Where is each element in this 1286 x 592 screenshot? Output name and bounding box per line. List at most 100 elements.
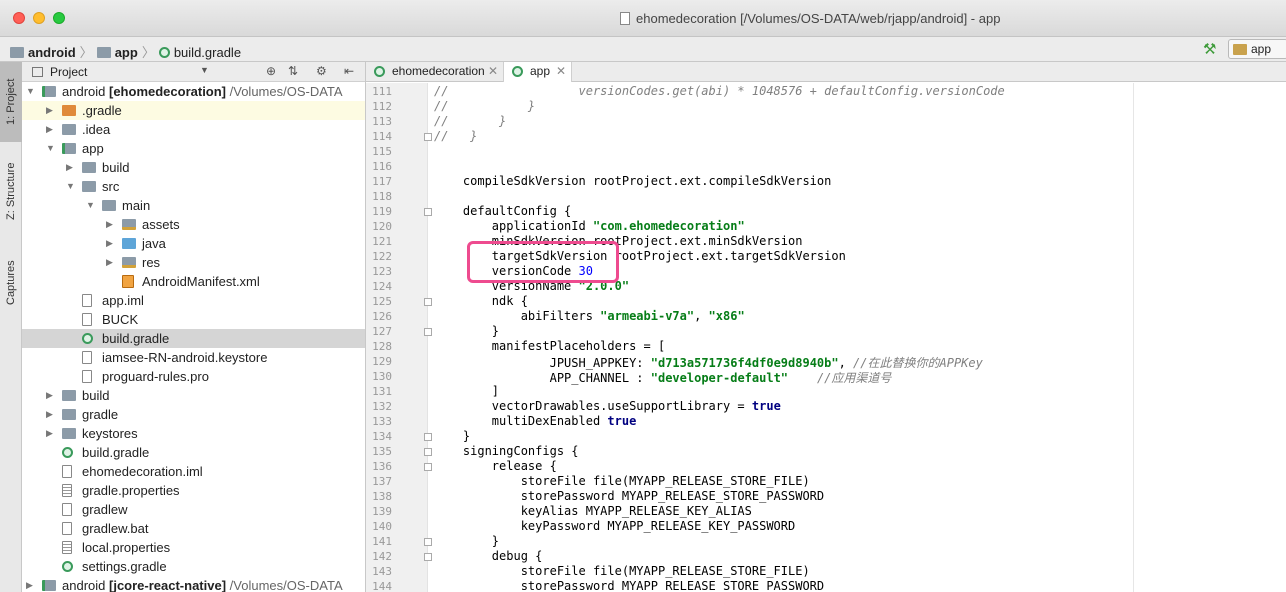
tree-item[interactable]: gradlew xyxy=(22,500,365,519)
collapse-arrow-icon[interactable]: ▶ xyxy=(46,120,56,139)
breadcrumb-build-gradle[interactable]: build.gradle xyxy=(174,45,241,60)
tree-item-label: build.gradle xyxy=(102,329,169,348)
tree-item[interactable]: ▶ .idea xyxy=(22,120,365,139)
line-number: 117 xyxy=(372,175,392,188)
tree-item[interactable]: settings.gradle xyxy=(22,557,365,576)
fold-marker-icon[interactable] xyxy=(424,538,432,546)
fold-marker-icon[interactable] xyxy=(424,328,432,336)
code-token: release { xyxy=(434,459,557,473)
close-window-button[interactable] xyxy=(13,12,25,24)
tree-item[interactable]: ▼ app xyxy=(22,139,365,158)
tree-item[interactable]: iamsee-RN-android.keystore xyxy=(22,348,365,367)
hide-panel-icon[interactable]: ⇤ xyxy=(344,64,354,78)
chevron-down-icon[interactable]: ▼ xyxy=(200,65,209,75)
gear-icon[interactable]: ⚙ xyxy=(316,64,327,78)
tree-item[interactable]: ▶ gradle xyxy=(22,405,365,424)
close-icon[interactable]: ✕ xyxy=(556,62,566,81)
tree-item[interactable]: ▶ java xyxy=(22,234,365,253)
collapse-arrow-icon[interactable]: ▶ xyxy=(46,101,56,120)
window-title-wrap: ehomedecoration [/Volumes/OS-DATA/web/rj… xyxy=(620,11,1000,26)
code-token: debug { xyxy=(434,549,543,563)
tree-item-name: gradlew xyxy=(82,502,128,517)
tree-item[interactable]: ▶ keystores xyxy=(22,424,365,443)
code-line: release { xyxy=(434,459,557,473)
tree-item[interactable]: ▶ res xyxy=(22,253,365,272)
tree-item[interactable]: app.iml xyxy=(22,291,365,310)
code-token: storePassword MYAPP_RELEASE_STORE_PASSWO… xyxy=(434,579,825,592)
tree-item[interactable]: proguard-rules.pro xyxy=(22,367,365,386)
close-icon[interactable]: ✕ xyxy=(488,62,498,81)
code-token: } xyxy=(434,429,471,443)
expand-arrow-icon[interactable]: ▼ xyxy=(66,177,76,196)
line-number: 136 xyxy=(372,460,392,473)
collapse-arrow-icon[interactable]: ▶ xyxy=(26,576,36,592)
fold-marker-icon[interactable] xyxy=(424,133,432,141)
tree-item[interactable]: ▶ .gradle xyxy=(22,101,365,120)
tab-ehomedecoration[interactable]: ehomedecoration ✕ xyxy=(366,62,504,82)
code-line: // } xyxy=(434,129,477,143)
code-line: keyAlias MYAPP_RELEASE_KEY_ALIAS xyxy=(434,504,752,518)
folder-icon xyxy=(82,162,96,173)
locate-target-icon[interactable]: ⊕ xyxy=(266,64,276,78)
code-token: // versionCodes.get(abi) * 1048576 + def… xyxy=(434,84,1005,98)
collapse-all-icon[interactable]: ⇅ xyxy=(288,64,298,78)
collapse-arrow-icon[interactable]: ▶ xyxy=(106,253,116,272)
collapse-arrow-icon[interactable]: ▶ xyxy=(106,234,116,253)
code-line: applicationId "com.ehomedecoration" xyxy=(434,219,745,233)
tree-item[interactable]: ▶ android [jcore-react-native] /Volumes/O… xyxy=(22,576,365,592)
tool-tab-structure[interactable]: Z: Structure xyxy=(0,150,22,232)
build-hammer-icon[interactable]: ⚒ xyxy=(1203,40,1216,58)
run-config-dropdown[interactable]: app xyxy=(1228,39,1286,59)
fold-marker-icon[interactable] xyxy=(424,553,432,561)
collapse-arrow-icon[interactable]: ▶ xyxy=(46,424,56,443)
tool-tab-captures[interactable]: Captures xyxy=(0,246,22,320)
code-line: // } xyxy=(434,114,506,128)
collapse-arrow-icon[interactable]: ▶ xyxy=(106,215,116,234)
collapse-arrow-icon[interactable]: ▶ xyxy=(46,386,56,405)
expand-arrow-icon[interactable]: ▼ xyxy=(26,82,36,101)
tree-item[interactable]: local.properties xyxy=(22,538,365,557)
tree-item[interactable]: ▶ build xyxy=(22,386,365,405)
tree-item[interactable]: ▶ build xyxy=(22,158,365,177)
tree-item[interactable]: BUCK xyxy=(22,310,365,329)
tab-app[interactable]: app ✕ xyxy=(504,62,572,82)
fold-marker-icon[interactable] xyxy=(424,298,432,306)
fold-marker-icon[interactable] xyxy=(424,208,432,216)
gradle-icon xyxy=(374,66,385,77)
tree-item[interactable]: gradlew.bat xyxy=(22,519,365,538)
tree-item[interactable]: ehomedecoration.iml xyxy=(22,462,365,481)
maximize-window-button[interactable] xyxy=(53,12,65,24)
line-number: 126 xyxy=(372,310,392,323)
code-token: } xyxy=(434,534,500,548)
code-line: // } xyxy=(434,99,535,113)
tree-item[interactable]: gradle.properties xyxy=(22,481,365,500)
file-icon xyxy=(82,370,92,383)
line-number: 132 xyxy=(372,400,392,413)
tree-item[interactable]: build.gradle xyxy=(22,443,365,462)
line-number: 138 xyxy=(372,490,392,503)
breadcrumb-android[interactable]: android xyxy=(28,45,76,60)
project-view-label[interactable]: Project xyxy=(50,65,87,79)
minimize-window-button[interactable] xyxy=(33,12,45,24)
code-editor[interactable]: 111 // versionCodes.get(abi) * 1048576 + … xyxy=(366,83,1286,592)
tree-item[interactable]: ▼ main xyxy=(22,196,365,215)
collapse-arrow-icon[interactable]: ▶ xyxy=(46,405,56,424)
tree-item[interactable]: build.gradle xyxy=(22,329,365,348)
fold-marker-icon[interactable] xyxy=(424,448,432,456)
breadcrumb-app[interactable]: app xyxy=(115,45,138,60)
tree-item[interactable]: ▶ assets xyxy=(22,215,365,234)
collapse-arrow-icon[interactable]: ▶ xyxy=(66,158,76,177)
code-line: debug { xyxy=(434,549,543,563)
tree-item[interactable]: ▼ android [ehomedecoration] /Volumes/OS-D… xyxy=(22,82,365,101)
expand-arrow-icon[interactable]: ▼ xyxy=(86,196,96,215)
window-title: ehomedecoration [/Volumes/OS-DATA/web/rj… xyxy=(636,11,1001,26)
tool-tab-project[interactable]: 1: Project xyxy=(0,62,22,142)
tree-item-label: BUCK xyxy=(102,310,138,329)
tree-item[interactable]: ▼ src xyxy=(22,177,365,196)
tree-item[interactable]: AndroidManifest.xml xyxy=(22,272,365,291)
folder-orange-icon xyxy=(62,105,76,116)
code-token: APP_CHANNEL : xyxy=(434,371,651,385)
fold-marker-icon[interactable] xyxy=(424,433,432,441)
expand-arrow-icon[interactable]: ▼ xyxy=(46,139,56,158)
fold-marker-icon[interactable] xyxy=(424,463,432,471)
